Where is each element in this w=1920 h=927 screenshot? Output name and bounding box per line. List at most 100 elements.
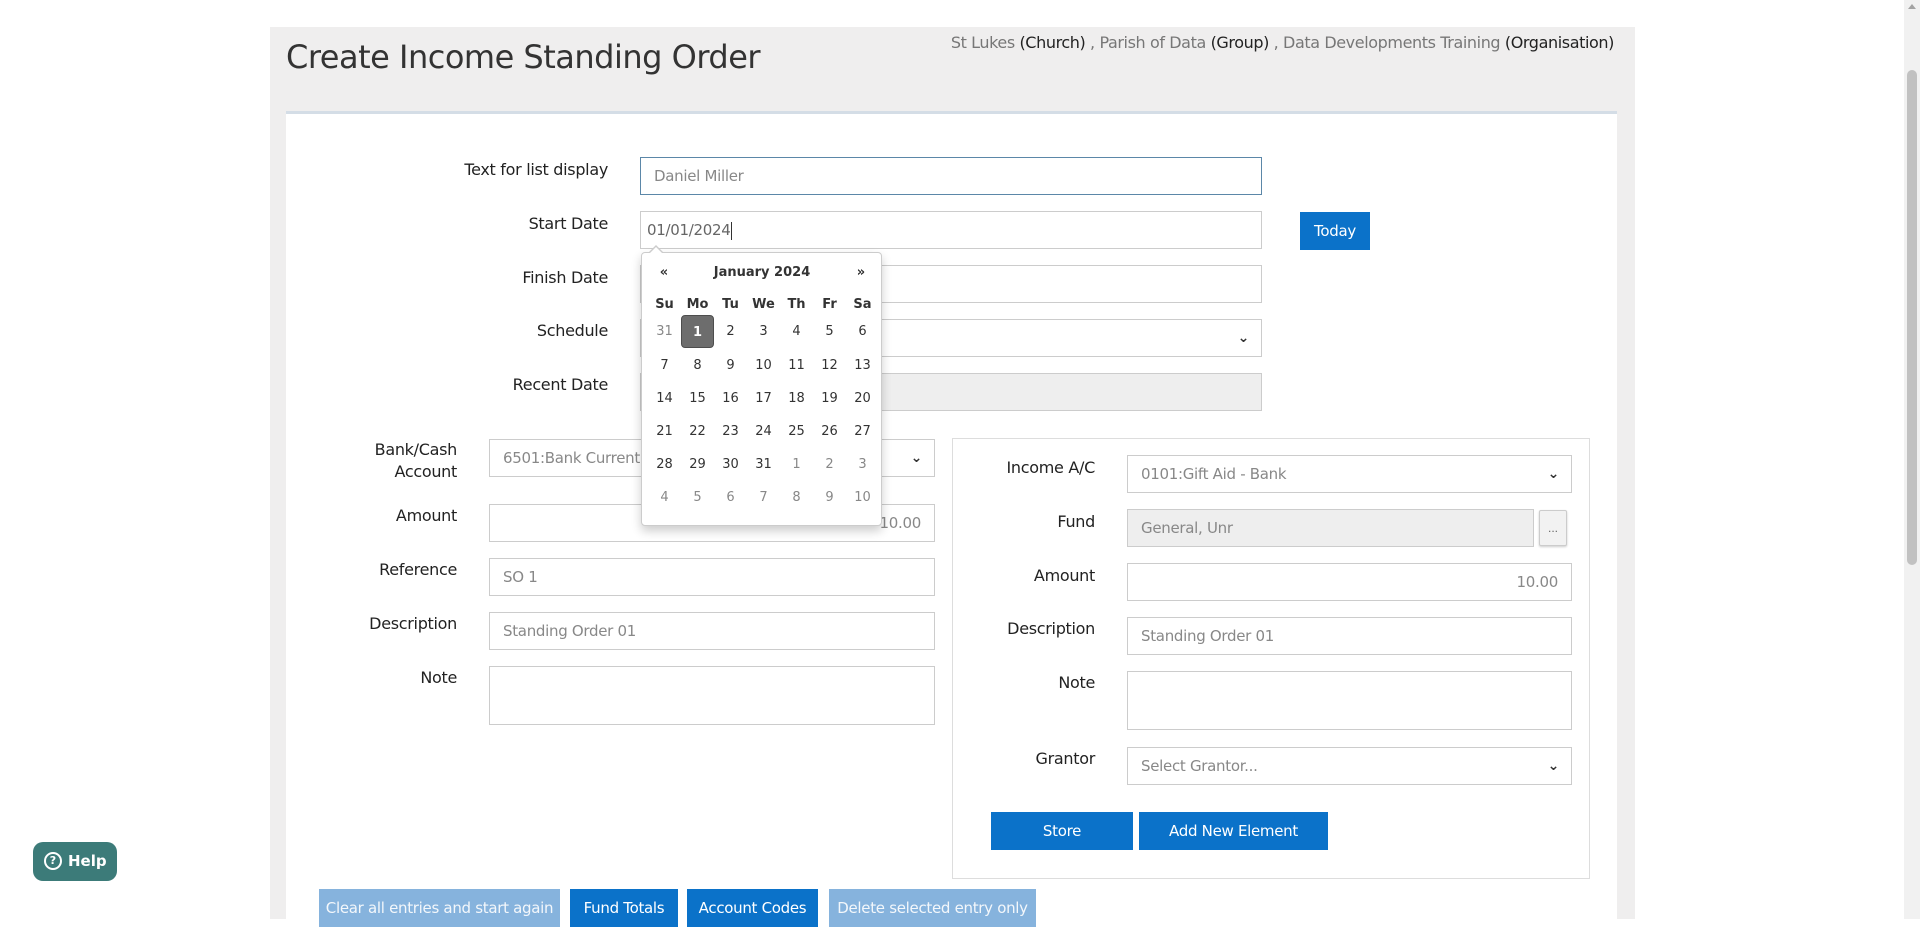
- income-ac-value: 0101:Gift Aid - Bank: [1141, 465, 1287, 483]
- context-separator: ,: [1085, 33, 1100, 52]
- income-amount-input[interactable]: 10.00: [1127, 563, 1572, 601]
- datepicker-day[interactable]: 23: [714, 415, 747, 448]
- datepicker-day[interactable]: 31: [648, 315, 681, 348]
- datepicker-day[interactable]: 10: [846, 481, 879, 514]
- datepicker-month-year[interactable]: January 2024: [682, 265, 842, 281]
- start-date-input[interactable]: 01/01/2024: [640, 211, 1262, 249]
- datepicker-day[interactable]: 14: [648, 382, 681, 415]
- scrollbar-thumb[interactable]: [1907, 70, 1917, 565]
- datepicker-popup: « January 2024 » Su Mo Tu We Th Fr Sa 31 1 2 3 4 5 6 7…: [641, 245, 882, 526]
- context-group-type: (Group): [1210, 33, 1270, 52]
- datepicker-day[interactable]: 17: [747, 382, 780, 415]
- fund-label: Fund: [1057, 512, 1095, 531]
- datepicker-day-of-week: Tu: [722, 297, 739, 312]
- description-input[interactable]: Standing Order 01: [489, 612, 935, 650]
- note-textarea[interactable]: [489, 666, 935, 725]
- help-label: Help: [68, 852, 107, 870]
- org-breadcrumb: St Lukes (Church) , Parish of Data (Grou…: [950, 33, 1615, 52]
- datepicker-day[interactable]: 29: [681, 448, 714, 481]
- datepicker-day[interactable]: 6: [846, 315, 879, 348]
- datepicker-day[interactable]: 20: [846, 382, 879, 415]
- recent-date-label: Recent Date: [512, 375, 609, 394]
- datepicker-day[interactable]: 2: [813, 448, 846, 481]
- context-church-name: St Lukes: [950, 33, 1015, 52]
- datepicker-day[interactable]: 9: [714, 349, 747, 382]
- bank-cash-account-label: Bank/Cash Account: [340, 439, 458, 483]
- bank-cash-label-line-1: Bank/Cash: [374, 440, 458, 459]
- text-for-list-display-label: Text for list display: [464, 160, 608, 179]
- datepicker-day[interactable]: 21: [648, 415, 681, 448]
- chevron-down-icon: ⌄: [910, 450, 923, 466]
- datepicker-day[interactable]: 16: [714, 382, 747, 415]
- bank-cash-account-value: 6501:Bank Current: [503, 449, 640, 467]
- description-label: Description: [369, 614, 457, 633]
- income-ac-select[interactable]: 0101:Gift Aid - Bank ⌄: [1127, 455, 1572, 493]
- datepicker-day-of-week: Fr: [822, 297, 837, 312]
- reference-input[interactable]: SO 1: [489, 558, 935, 596]
- datepicker-day[interactable]: 4: [648, 481, 681, 514]
- income-amount-label: Amount: [1033, 566, 1095, 585]
- datepicker-day-of-week: We: [752, 297, 775, 312]
- datepicker-calendar-grid: Su Mo Tu We Th Fr Sa 31 1 2 3 4 5 6 7 8 9 10 11 12 13 14 15 16 1…: [648, 295, 879, 514]
- scroll-up-arrow-icon[interactable]: [1908, 4, 1916, 9]
- income-note-textarea[interactable]: [1127, 671, 1572, 730]
- income-description-label: Description: [1007, 619, 1095, 638]
- income-description-input[interactable]: Standing Order 01: [1127, 617, 1572, 655]
- clear-all-button[interactable]: Clear all entries and start again: [319, 889, 560, 927]
- finish-date-label: Finish Date: [522, 268, 608, 287]
- datepicker-day[interactable]: 7: [648, 349, 681, 382]
- datepicker-day[interactable]: 30: [714, 448, 747, 481]
- help-button[interactable]: ? Help: [33, 842, 117, 881]
- chevron-down-icon: ⌄: [1547, 466, 1560, 482]
- datepicker-day[interactable]: 12: [813, 349, 846, 382]
- datepicker-day[interactable]: 6: [714, 481, 747, 514]
- datepicker-day[interactable]: 4: [780, 315, 813, 348]
- datepicker-day[interactable]: 11: [780, 349, 813, 382]
- question-circle-icon: ?: [44, 852, 62, 870]
- context-church-type: (Church): [1019, 33, 1086, 52]
- datepicker-day[interactable]: 13: [846, 349, 879, 382]
- datepicker-day[interactable]: 5: [681, 481, 714, 514]
- datepicker-day[interactable]: 8: [780, 481, 813, 514]
- datepicker-day[interactable]: 2: [714, 315, 747, 348]
- datepicker-day[interactable]: 25: [780, 415, 813, 448]
- income-ac-label: Income A/C: [1006, 458, 1096, 477]
- income-note-label: Note: [1058, 673, 1095, 692]
- chevron-down-icon: ⌄: [1547, 758, 1560, 774]
- datepicker-day[interactable]: 15: [681, 382, 714, 415]
- store-button[interactable]: Store: [991, 812, 1133, 850]
- datepicker-next-month[interactable]: »: [849, 265, 873, 281]
- datepicker-day[interactable]: 28: [648, 448, 681, 481]
- add-new-element-button[interactable]: Add New Element: [1139, 812, 1328, 850]
- fund-picker-button[interactable]: ...: [1539, 510, 1567, 546]
- datepicker-day[interactable]: 3: [747, 315, 780, 348]
- reference-label: Reference: [379, 560, 457, 579]
- delete-selected-button[interactable]: Delete selected entry only: [829, 889, 1036, 927]
- grantor-select[interactable]: Select Grantor... ⌄: [1127, 747, 1572, 785]
- fund-totals-button[interactable]: Fund Totals: [570, 889, 678, 927]
- datepicker-day-selected[interactable]: 1: [681, 315, 714, 348]
- vertical-scrollbar[interactable]: [1904, 0, 1920, 919]
- page-title: Create Income Standing Order: [286, 38, 761, 76]
- text-for-list-display-input[interactable]: Daniel Miller: [640, 157, 1262, 195]
- datepicker-day[interactable]: 31: [747, 448, 780, 481]
- fund-input: General, Unr: [1127, 509, 1534, 547]
- datepicker-day[interactable]: 7: [747, 481, 780, 514]
- chevron-down-icon: ⌄: [1237, 330, 1250, 346]
- datepicker-day[interactable]: 26: [813, 415, 846, 448]
- account-codes-button[interactable]: Account Codes: [687, 889, 818, 927]
- datepicker-day[interactable]: 1: [780, 448, 813, 481]
- datepicker-day[interactable]: 24: [747, 415, 780, 448]
- datepicker-day-of-week: Th: [787, 297, 806, 312]
- datepicker-day[interactable]: 5: [813, 315, 846, 348]
- datepicker-day[interactable]: 19: [813, 382, 846, 415]
- datepicker-day[interactable]: 10: [747, 349, 780, 382]
- today-button[interactable]: Today: [1300, 212, 1370, 250]
- datepicker-day[interactable]: 18: [780, 382, 813, 415]
- datepicker-prev-month[interactable]: «: [652, 265, 676, 281]
- datepicker-day[interactable]: 9: [813, 481, 846, 514]
- datepicker-day[interactable]: 8: [681, 349, 714, 382]
- datepicker-day[interactable]: 27: [846, 415, 879, 448]
- datepicker-day[interactable]: 22: [681, 415, 714, 448]
- datepicker-day[interactable]: 3: [846, 448, 879, 481]
